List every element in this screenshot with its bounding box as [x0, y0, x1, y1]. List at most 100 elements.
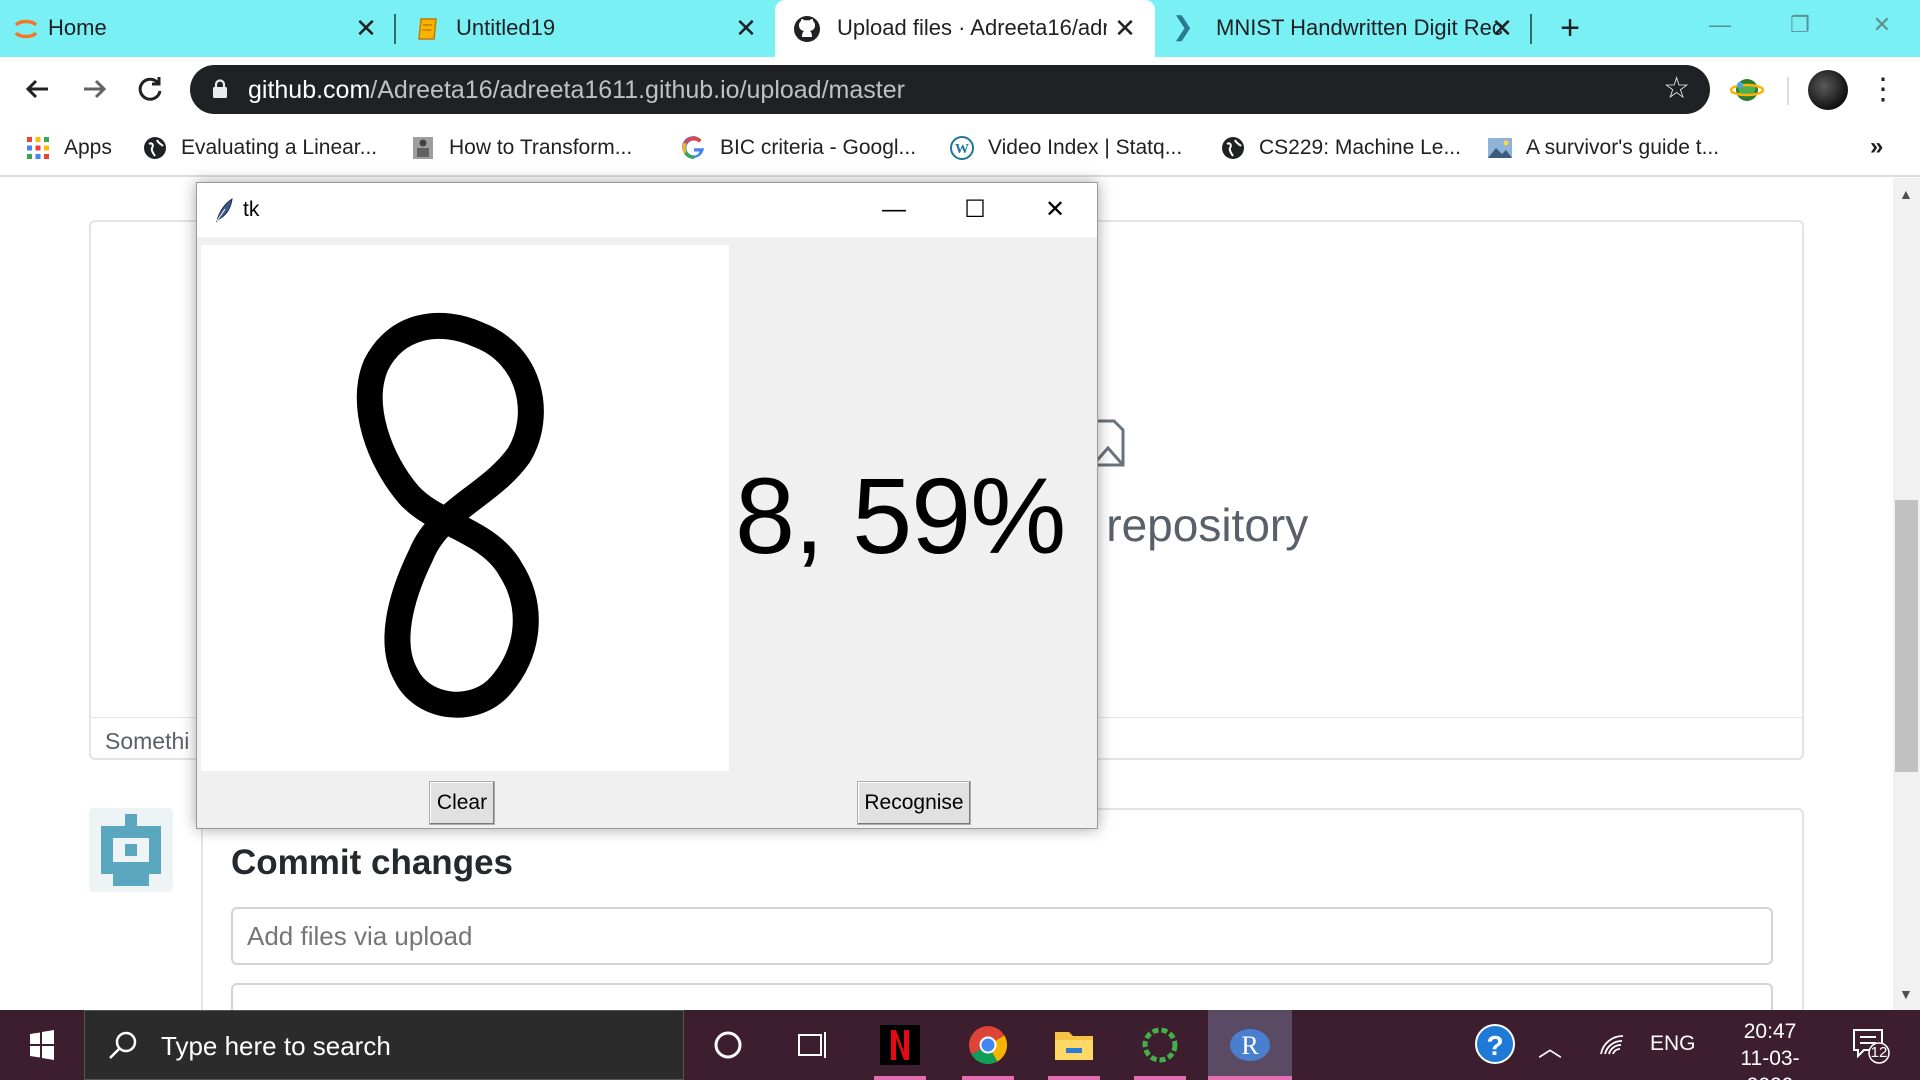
minimize-window-icon[interactable]: —: [874, 193, 914, 227]
bookmark-label: Apps: [64, 136, 112, 159]
bookmark-label: BIC criteria - Googl...: [720, 136, 917, 159]
globe-icon: [1222, 137, 1244, 159]
r-gui-icon[interactable]: R: [1208, 1010, 1292, 1080]
close-tab-icon[interactable]: ✕: [1111, 14, 1139, 42]
tab-strip: Home ✕ Untitled19 ✕ Upload files · Adree…: [0, 0, 1920, 57]
tab-home[interactable]: Home ✕: [0, 0, 390, 57]
file-explorer-icon[interactable]: [1048, 1020, 1100, 1080]
wifi-icon[interactable]: [1598, 1030, 1628, 1060]
back-arrow-icon[interactable]: [18, 69, 58, 109]
toolbar-divider: [1787, 77, 1789, 105]
menu-kebab-icon[interactable]: ⋮: [1868, 71, 1898, 111]
notification-center-icon[interactable]: 12: [1850, 1024, 1890, 1064]
address-bar[interactable]: github.com/Adreeta16/adreeta1611.github.…: [190, 65, 1710, 114]
bookmark-item[interactable]: CS229: Machine Le...: [1221, 131, 1461, 165]
language-indicator[interactable]: ENG: [1650, 1032, 1696, 1056]
tab-upload-files[interactable]: Upload files · Adreeta16/adre ✕: [775, 0, 1155, 57]
recognise-button[interactable]: Recognise: [857, 781, 971, 825]
tab-untitled19[interactable]: Untitled19 ✕: [398, 0, 770, 57]
page-scrollbar[interactable]: ▲ ▼: [1893, 178, 1920, 1010]
wordpress-icon: W: [950, 136, 974, 160]
clear-button[interactable]: Clear: [429, 781, 495, 825]
search-icon: [109, 1031, 137, 1059]
scroll-up-arrow-icon[interactable]: ▲: [1899, 186, 1913, 202]
bookmark-item[interactable]: W Video Index | Statq...: [950, 131, 1182, 165]
bookmark-item[interactable]: Evaluating a Linear...: [143, 131, 377, 165]
url-text: github.com/Adreeta16/adreeta1611.github.…: [248, 76, 905, 104]
active-indicator: [1208, 1076, 1292, 1080]
svg-text:R: R: [1241, 1031, 1259, 1060]
bookmark-item[interactable]: A survivor's guide t...: [1488, 131, 1719, 165]
globe-icon: [144, 137, 166, 159]
tab-mnist[interactable]: ❯ MNIST Handwritten Digit Rec ✕: [1160, 0, 1530, 57]
scroll-down-arrow-icon[interactable]: ▼: [1899, 986, 1913, 1002]
page-thumb-icon: [413, 137, 433, 159]
close-window-icon[interactable]: ✕: [1035, 193, 1075, 227]
bookmark-apps[interactable]: Apps: [26, 131, 112, 165]
chevron-up-icon[interactable]: ︿: [1538, 1028, 1562, 1063]
bookmark-star-icon[interactable]: ☆: [1663, 73, 1690, 105]
photo-thumb-icon: [1488, 138, 1512, 158]
lock-icon: [213, 79, 227, 98]
tab-title: Home: [48, 15, 107, 40]
active-indicator: [874, 1076, 926, 1080]
chevron-right-icon: ❯: [1172, 11, 1194, 41]
commit-changes-heading: Commit changes: [231, 843, 513, 882]
commit-description-input[interactable]: [231, 983, 1773, 1010]
bookmark-label: Evaluating a Linear...: [181, 136, 378, 159]
clock-date: 11-03-2020: [1740, 1047, 1800, 1080]
task-view-icon[interactable]: [786, 1020, 838, 1070]
bookmarks-overflow-icon[interactable]: »: [1870, 133, 1883, 161]
new-tab-button[interactable]: +: [1553, 11, 1587, 46]
browser-toolbar: github.com/Adreeta16/adreeta1611.github.…: [0, 57, 1920, 121]
anaconda-icon[interactable]: [1134, 1020, 1186, 1080]
tk-window: tk — ☐ ✕ 8, 59% Clear Recognise: [196, 182, 1098, 829]
bookmark-label: CS229: Machine Le...: [1259, 136, 1461, 159]
commit-summary-input[interactable]: [231, 907, 1773, 965]
tab-separator: [394, 14, 396, 44]
close-tab-icon[interactable]: ✕: [1488, 14, 1516, 42]
netflix-icon[interactable]: [874, 1020, 926, 1080]
chrome-icon[interactable]: [962, 1020, 1014, 1080]
help-icon[interactable]: ?: [1475, 1024, 1515, 1064]
tk-window-title: tk: [243, 198, 260, 221]
scrollbar-thumb[interactable]: [1895, 500, 1918, 772]
close-tab-icon[interactable]: ✕: [732, 14, 760, 42]
notebook-icon: [418, 18, 437, 40]
jupyter-icon: [14, 19, 38, 39]
svg-text:W: W: [955, 142, 969, 157]
forward-arrow-icon[interactable]: [74, 69, 114, 109]
taskbar-search[interactable]: Type here to search: [84, 1010, 684, 1080]
active-indicator: [962, 1076, 1014, 1080]
minimize-window-icon[interactable]: —: [1695, 8, 1745, 42]
windows-start-icon[interactable]: [0, 1010, 84, 1080]
clock-time: 20:47: [1743, 1020, 1797, 1043]
tk-feather-icon: [216, 197, 233, 223]
drawing-canvas[interactable]: [201, 245, 729, 771]
tab-title: MNIST Handwritten Digit Rec: [1216, 15, 1503, 40]
restore-window-icon[interactable]: ❐: [1775, 8, 1825, 42]
active-indicator: [1048, 1076, 1100, 1080]
bookmark-item[interactable]: BIC criteria - Googl...: [682, 131, 916, 165]
close-tab-icon[interactable]: ✕: [352, 14, 380, 42]
windows-taskbar: Type here to search R ? ︿ ENG 20:47 11-0…: [0, 1010, 1920, 1080]
reload-icon[interactable]: [130, 69, 170, 109]
github-icon: [794, 16, 820, 42]
tab-title: Untitled19: [456, 15, 556, 40]
bookmark-label: A survivor's guide t...: [1526, 136, 1720, 159]
profile-avatar[interactable]: [1808, 70, 1848, 110]
bookmarks-bar: Apps Evaluating a Linear... How to Trans…: [0, 121, 1920, 177]
search-placeholder: Type here to search: [161, 1031, 391, 1061]
tab-title: Upload files · Adreeta16/adre: [837, 15, 1107, 40]
close-window-icon[interactable]: ✕: [1857, 8, 1907, 42]
bookmark-label: Video Index | Statq...: [988, 136, 1183, 159]
cortana-icon[interactable]: [702, 1020, 754, 1070]
bookmark-item[interactable]: How to Transform...: [411, 131, 632, 165]
clock[interactable]: 20:47 11-03-2020: [1720, 1018, 1820, 1080]
extension-globe-icon[interactable]: [1730, 75, 1764, 105]
something-field-text: Somethi: [105, 728, 190, 754]
tab-separator: [1530, 14, 1532, 44]
maximize-window-icon[interactable]: ☐: [955, 193, 995, 227]
prediction-label: 8, 59%: [735, 455, 1066, 576]
tk-titlebar[interactable]: tk — ☐ ✕: [197, 183, 1097, 237]
